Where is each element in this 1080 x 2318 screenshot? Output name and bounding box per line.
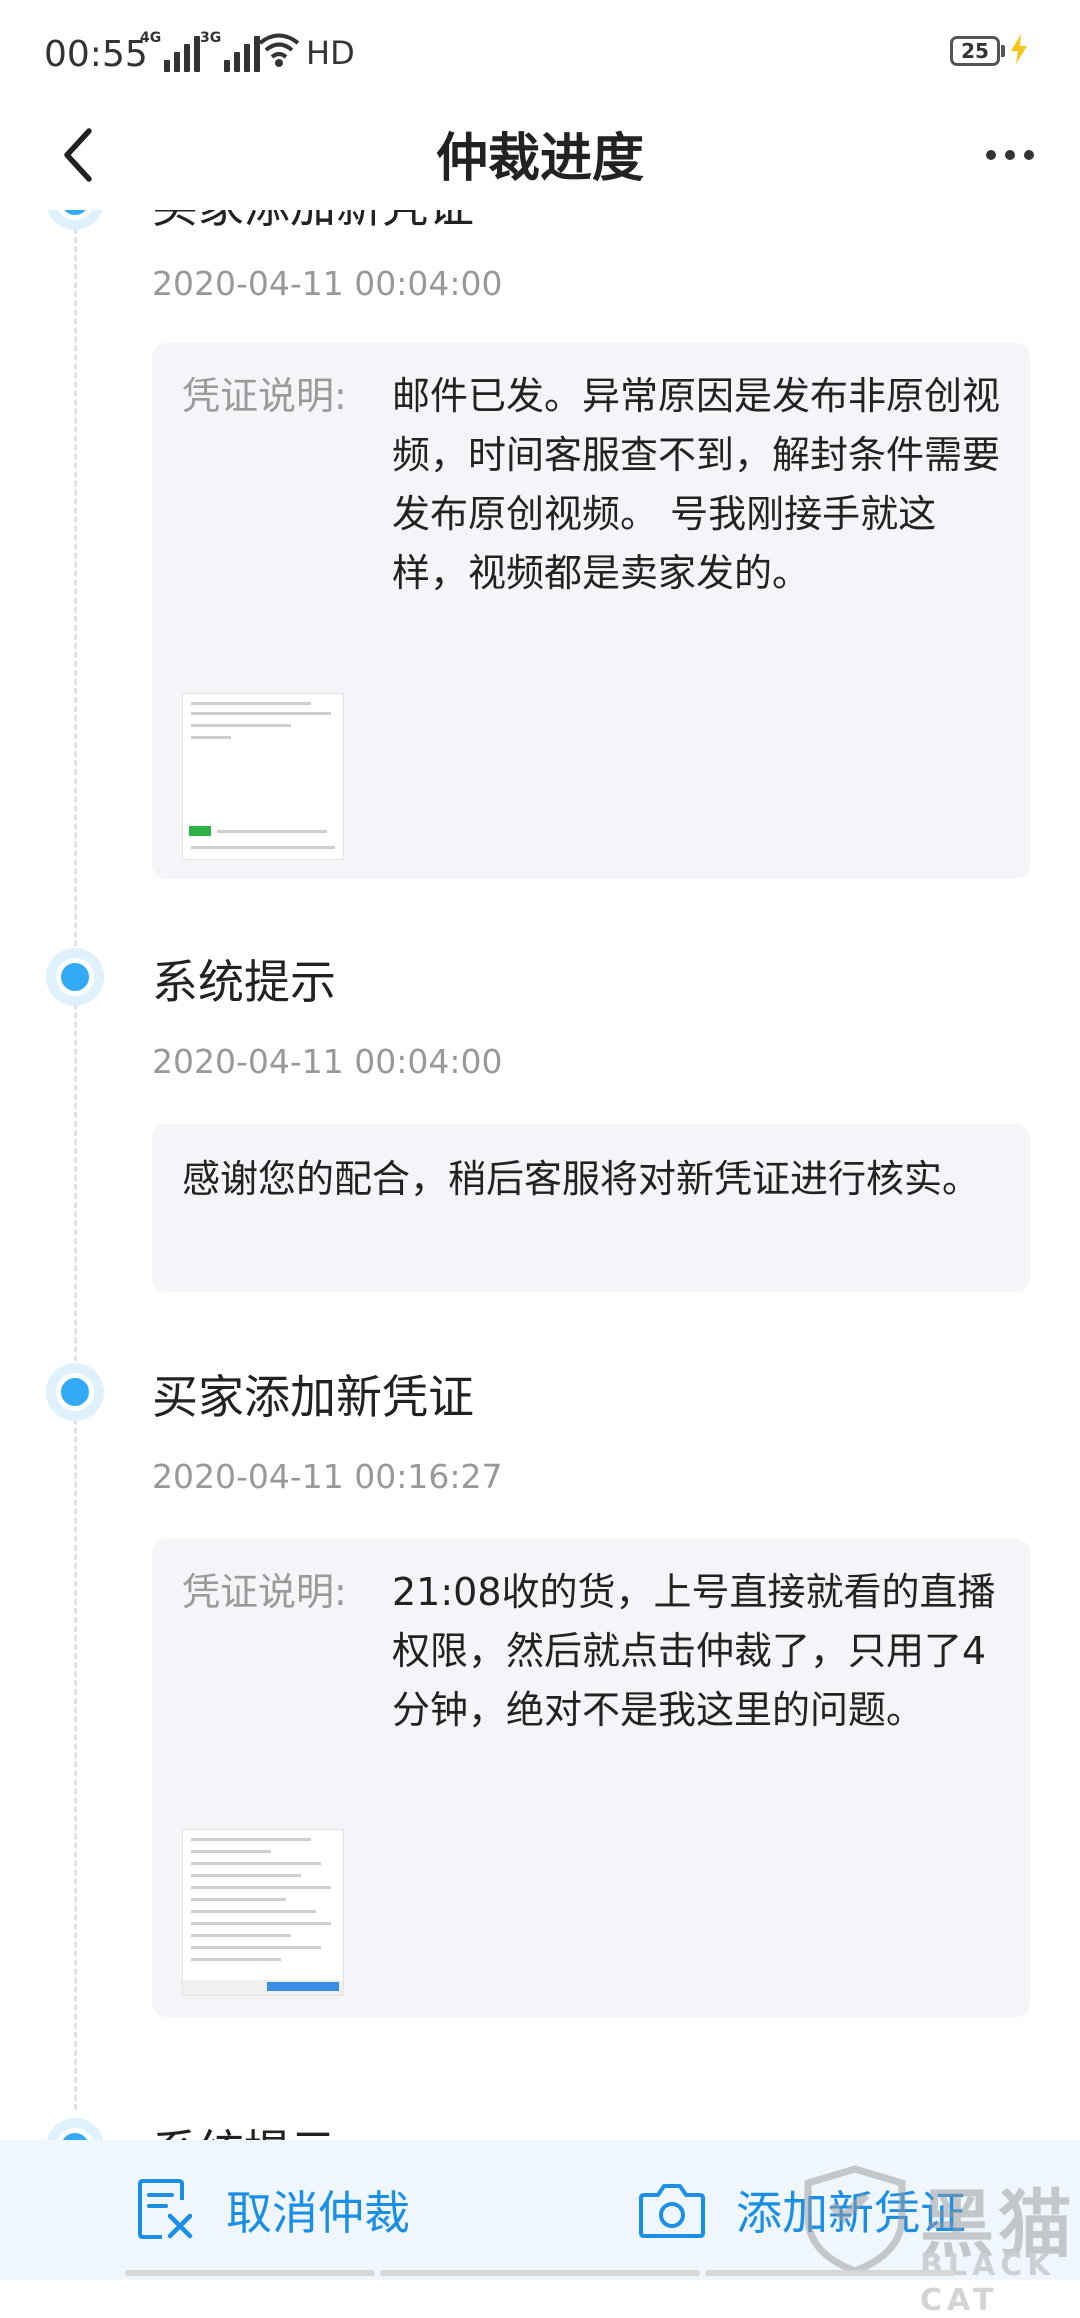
evidence-row: 凭证说明: 邮件已发。异常原因是发布非原创视频，时间客服查不到，解封条件需要发布…: [182, 367, 1000, 603]
event-title: 系统提示: [152, 955, 336, 1009]
wifi-icon: [258, 33, 300, 67]
evidence-thumbnail[interactable]: [182, 1829, 344, 1996]
system-message-text: 感谢您的配合，稍后客服将对新凭证进行核实。: [182, 1157, 981, 1201]
signal-4g-icon: 4G: [140, 30, 200, 72]
timeline-dot: [46, 1363, 104, 1421]
status-time: 00:55: [44, 34, 148, 75]
cancel-arbitration-label: 取消仲裁: [226, 2186, 410, 2240]
nav-indicator: [380, 2270, 700, 2276]
status-bar: 00:55 4G 3G HD 25: [0, 0, 1080, 100]
evidence-text: 邮件已发。异常原因是发布非原创视频，时间客服查不到，解封条件需要发布原创视频。 …: [392, 374, 1001, 595]
hd-indicator: HD: [306, 34, 355, 72]
timeline-dot: [46, 2118, 104, 2140]
battery-icon: 25: [950, 36, 1000, 66]
timeline-dot: [46, 948, 104, 1006]
timeline-dot: [46, 210, 104, 230]
timeline-line: [74, 210, 77, 2110]
system-message-card: 感谢您的配合，稍后客服将对新凭证进行核实。: [152, 1124, 1030, 1292]
evidence-row: 凭证说明: 21:08收的货，上号直接就看的直播权限，然后就点击仲裁了，只用了4…: [182, 1563, 1000, 1740]
cancel-arbitration-button[interactable]: 取消仲裁: [136, 2140, 410, 2280]
evidence-label: 凭证说明:: [182, 374, 347, 418]
signal-3g-icon: 3G: [200, 30, 260, 72]
top-nav-bar: 仲裁进度: [0, 100, 1080, 210]
event-time: 2020-04-11 00:04:00: [152, 264, 503, 303]
more-button[interactable]: [975, 130, 1045, 180]
evidence-thumbnail[interactable]: [182, 693, 344, 860]
cancel-document-icon: [138, 2179, 193, 2239]
cat-shield-logo-icon: [804, 2165, 906, 2275]
evidence-card: 凭证说明: 邮件已发。异常原因是发布非原创视频，时间客服查不到，解封条件需要发布…: [152, 343, 1030, 879]
camera-icon: [639, 2184, 705, 2238]
more-dot: [1024, 150, 1034, 160]
nav-indicator: [125, 2270, 375, 2276]
arbitration-timeline: 买家添加新凭证 2020-04-11 00:04:00 凭证说明: 邮件已发。异…: [0, 210, 1080, 2140]
more-dot: [1005, 150, 1015, 160]
more-dots-icon: [986, 150, 996, 160]
event-title: 系统提示: [152, 2116, 336, 2140]
event-title: 买家添加新凭证: [152, 1370, 474, 1424]
battery-tip: [1001, 45, 1005, 57]
evidence-label: 凭证说明:: [182, 1570, 347, 1614]
battery-level: 25: [961, 39, 989, 63]
page-title: 仲裁进度: [435, 129, 644, 189]
evidence-card: 凭证说明: 21:08收的货，上号直接就看的直播权限，然后就点击仲裁了，只用了4…: [152, 1539, 1030, 2017]
event-time: 2020-04-11 00:04:00: [152, 1042, 503, 1081]
nav-indicator: [705, 2270, 955, 2276]
charging-icon: [1011, 34, 1027, 64]
evidence-text: 21:08收的货，上号直接就看的直播权限，然后就点击仲裁了，只用了4分钟，绝对不…: [392, 1570, 996, 1732]
watermark-subtext: BLACK CAT: [920, 2248, 1056, 2318]
blackcat-watermark: 黑猫 BLACK CAT: [800, 2160, 1080, 2318]
event-title: 买家添加新凭证: [152, 210, 474, 236]
event-time: 2020-04-11 00:16:27: [152, 1457, 503, 1496]
